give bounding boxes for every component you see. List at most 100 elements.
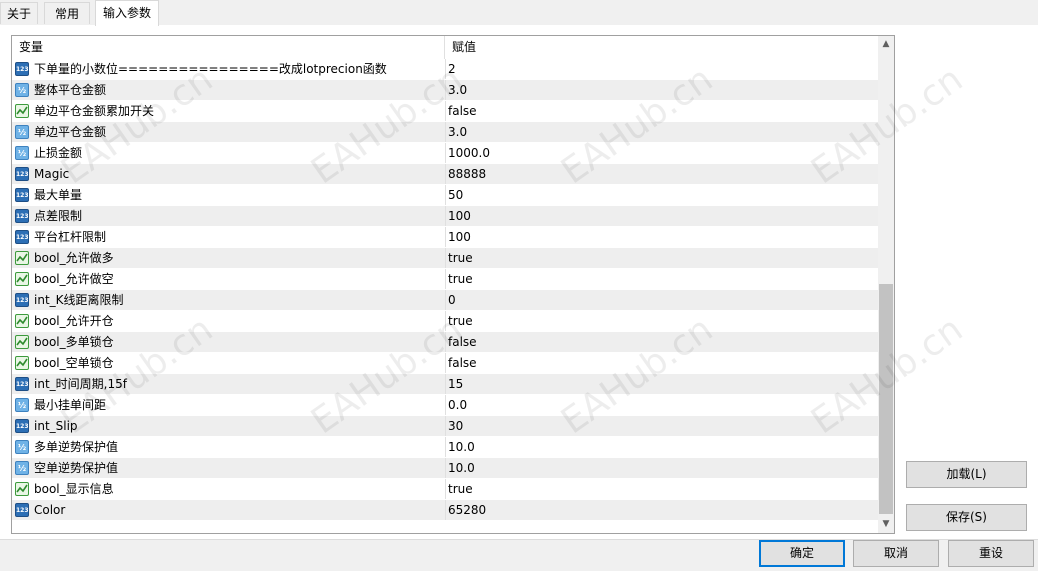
table-row[interactable]: bool_空单锁仓 false <box>12 353 878 374</box>
table-row[interactable]: ½ 最小挂单间距 0.0 <box>12 395 878 416</box>
parameter-name-cell: ½ 整体平仓金额 <box>15 80 440 100</box>
column-divider <box>445 269 446 289</box>
table-row[interactable]: ½ 整体平仓金额 3.0 <box>12 80 878 101</box>
vertical-scrollbar[interactable]: ▲ ▼ <box>878 36 894 533</box>
parameter-name-cell: 123 平台杠杆限制 <box>15 227 440 247</box>
table-row[interactable]: 123 Color 65280 <box>12 500 878 521</box>
parameter-name: 止损金额 <box>34 146 83 160</box>
save-button[interactable]: 保存(S) <box>906 504 1027 531</box>
scroll-up-arrow-icon[interactable]: ▲ <box>878 36 894 53</box>
column-divider <box>445 143 446 163</box>
parameter-name: 多单逆势保护值 <box>34 440 119 454</box>
ok-button[interactable]: 确定 <box>759 540 845 567</box>
parameter-value[interactable]: 50 <box>448 185 868 205</box>
parameter-value[interactable]: 65280 <box>448 500 868 520</box>
parameter-name: int_K线距离限制 <box>34 293 124 307</box>
table-row[interactable]: bool_允许开仓 true <box>12 311 878 332</box>
double-type-icon: ½ <box>15 124 29 139</box>
table-row[interactable]: ½ 单边平仓金额 3.0 <box>12 122 878 143</box>
parameter-name-cell: 单边平仓金额累加开关 <box>15 101 440 121</box>
table-row[interactable]: bool_允许做空 true <box>12 269 878 290</box>
parameter-value[interactable]: false <box>448 101 868 121</box>
table-row[interactable]: 123 int_时间周期,15f 15 <box>12 374 878 395</box>
parameter-name-cell: 123 int_时间周期,15f <box>15 374 440 394</box>
bool-type-icon <box>15 355 29 370</box>
parameter-name: Color <box>34 503 66 517</box>
column-header-value[interactable]: 赋值 <box>445 36 878 59</box>
parameter-name-cell: 123 最大单量 <box>15 185 440 205</box>
parameter-name-cell: ½ 单边平仓金额 <box>15 122 440 142</box>
table-row[interactable]: 123 平台杠杆限制 100 <box>12 227 878 248</box>
parameter-name: 点差限制 <box>34 209 83 223</box>
parameter-value[interactable]: true <box>448 479 868 499</box>
parameter-value[interactable]: 3.0 <box>448 80 868 100</box>
parameter-name: 单边平仓金额累加开关 <box>34 104 155 118</box>
column-divider <box>445 374 446 394</box>
table-row[interactable]: 123 int_Slip 30 <box>12 416 878 437</box>
table-row[interactable]: ½ 止损金额 1000.0 <box>12 143 878 164</box>
parameter-name-cell: 123 Magic <box>15 164 440 184</box>
int-type-icon: 123 <box>15 166 29 181</box>
parameter-value[interactable]: false <box>448 332 868 352</box>
parameter-value[interactable]: 1000.0 <box>448 143 868 163</box>
int-type-icon: 123 <box>15 208 29 223</box>
parameter-value[interactable]: 0 <box>448 290 868 310</box>
parameter-value[interactable]: 100 <box>448 206 868 226</box>
parameter-name-cell: bool_多单锁仓 <box>15 332 440 352</box>
parameter-value[interactable]: 2 <box>448 59 868 79</box>
table-row[interactable]: bool_允许做多 true <box>12 248 878 269</box>
column-divider <box>445 59 446 79</box>
scroll-down-arrow-icon[interactable]: ▼ <box>878 516 894 533</box>
parameter-name: bool_空单锁仓 <box>34 356 114 370</box>
table-row[interactable]: 123 下单量的小数位================改成lotprecion函数… <box>12 59 878 80</box>
reset-button[interactable]: 重设 <box>948 540 1034 567</box>
parameters-grid: 变量 赋值 123 下单量的小数位================改成lotpre… <box>11 35 895 534</box>
table-row[interactable]: 123 点差限制 100 <box>12 206 878 227</box>
parameter-name-cell: bool_显示信息 <box>15 479 440 499</box>
tab-about[interactable]: 关于 <box>0 2 38 24</box>
parameter-name: bool_允许做空 <box>34 272 114 286</box>
parameter-value[interactable]: false <box>448 353 868 373</box>
column-divider <box>445 500 446 520</box>
tab-input-parameters[interactable]: 输入参数 <box>95 0 159 26</box>
parameter-value[interactable]: 88888 <box>448 164 868 184</box>
int-type-icon: 123 <box>15 376 29 391</box>
column-divider <box>445 479 446 499</box>
bool-type-icon <box>15 334 29 349</box>
parameter-value[interactable]: 3.0 <box>448 122 868 142</box>
table-row[interactable]: 123 Magic 88888 <box>12 164 878 185</box>
parameter-value[interactable]: true <box>448 311 868 331</box>
double-type-icon: ½ <box>15 439 29 454</box>
parameter-name: Magic <box>34 167 70 181</box>
table-row[interactable]: bool_多单锁仓 false <box>12 332 878 353</box>
column-divider <box>445 458 446 478</box>
cancel-button[interactable]: 取消 <box>853 540 939 567</box>
parameter-name: int_时间周期,15f <box>34 377 127 391</box>
parameter-name-cell: ½ 多单逆势保护值 <box>15 437 440 457</box>
parameter-value[interactable]: 15 <box>448 374 868 394</box>
table-row[interactable]: ½ 多单逆势保护值 10.0 <box>12 437 878 458</box>
int-type-icon: 123 <box>15 61 29 76</box>
load-button[interactable]: 加载(L) <box>906 461 1027 488</box>
table-row[interactable]: 123 最大单量 50 <box>12 185 878 206</box>
parameter-name-cell: bool_允许开仓 <box>15 311 440 331</box>
column-header-variable[interactable]: 变量 <box>12 36 445 59</box>
parameter-value[interactable]: 10.0 <box>448 458 868 478</box>
table-row[interactable]: 123 int_K线距离限制 0 <box>12 290 878 311</box>
parameter-value[interactable]: 0.0 <box>448 395 868 415</box>
parameter-value[interactable]: true <box>448 269 868 289</box>
column-divider <box>445 122 446 142</box>
table-row[interactable]: bool_显示信息 true <box>12 479 878 500</box>
parameter-name: 下单量的小数位================改成lotprecion函数 <box>34 62 387 76</box>
table-row[interactable]: 单边平仓金额累加开关 false <box>12 101 878 122</box>
parameter-value[interactable]: 30 <box>448 416 868 436</box>
tab-common[interactable]: 常用 <box>44 2 90 24</box>
column-divider <box>445 80 446 100</box>
parameter-value[interactable]: true <box>448 248 868 268</box>
parameter-value[interactable]: 10.0 <box>448 437 868 457</box>
column-divider <box>445 395 446 415</box>
table-row[interactable]: ½ 空单逆势保护值 10.0 <box>12 458 878 479</box>
parameter-value[interactable]: 100 <box>448 227 868 247</box>
column-divider <box>445 101 446 121</box>
scrollbar-thumb[interactable] <box>879 284 893 514</box>
